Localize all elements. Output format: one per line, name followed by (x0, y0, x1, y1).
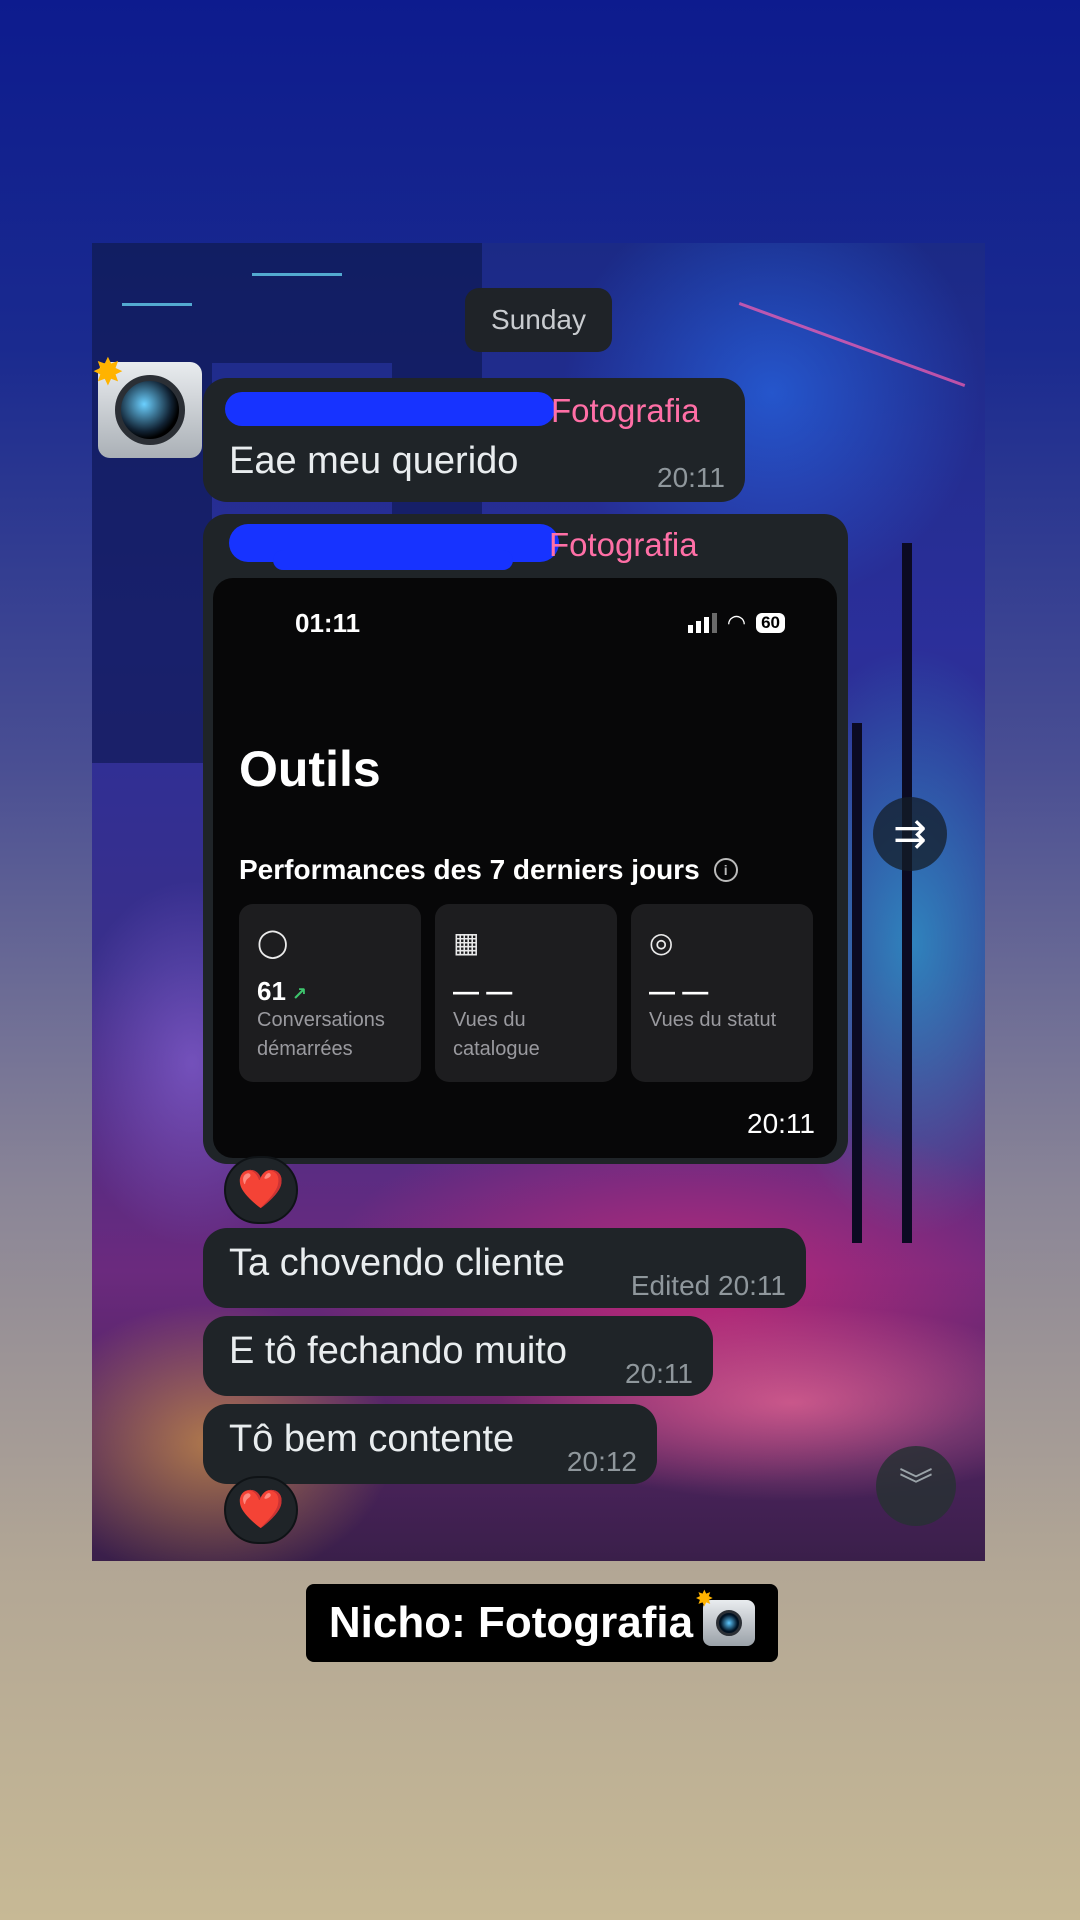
camera-icon (115, 375, 185, 445)
redacted-name (273, 550, 513, 570)
message-bubble[interactable]: Tô bem contente 20:12 (203, 1404, 657, 1484)
redacted-name (225, 392, 555, 426)
stat-label: Vues du catalogue (453, 1009, 540, 1060)
status-clock: 01:11 (295, 608, 361, 638)
message-time: 20:12 (566, 1446, 637, 1477)
message-text: Tô bem contente (229, 1418, 515, 1460)
message-text: Ta chovendo cliente (229, 1242, 565, 1284)
message-time: 20:11 (747, 1108, 815, 1139)
flash-icon: ✸ (92, 352, 124, 394)
battery-indicator: 60 (756, 613, 785, 633)
message-text: E tô fechando muito (229, 1330, 567, 1372)
message-time: 20:11 (657, 462, 725, 493)
stat-label: Conversations démarrées (257, 1009, 385, 1060)
message-time: 20:11 (625, 1358, 693, 1389)
grid-icon: ▦ (453, 927, 480, 958)
message-text: Eae meu querido (229, 440, 519, 482)
day-separator: Sunday (465, 288, 612, 352)
section-title: Performances des 7 derniers jours (239, 854, 700, 885)
chat-bubble-icon: ◯ (257, 927, 289, 958)
stat-card: ◯ 61 ↗ Conversations démarrées (239, 904, 421, 1082)
status-ring-icon: ◎ (649, 927, 674, 958)
stat-card: ◎ — — Vues du statut (631, 904, 813, 1082)
status-icons: ◠ 60 (687, 610, 785, 636)
sender-name: Fotografia (551, 392, 700, 429)
trend-up-icon: ↗ (291, 984, 308, 1004)
stat-label: Vues du statut (649, 1009, 777, 1031)
message-time: Edited 20:11 (630, 1270, 786, 1301)
message-bubble[interactable]: E tô fechando muito 20:11 (203, 1316, 713, 1396)
reaction-heart[interactable]: ❤️ (224, 1476, 298, 1544)
stat-value: 61 ↗ (257, 976, 308, 1006)
info-icon: i (713, 858, 738, 882)
camera-flash-icon: ✸ (695, 1586, 756, 1646)
caption-text: Nicho: Fotografia (328, 1598, 694, 1647)
embedded-screenshot[interactable]: 01:11 ◠ 60 Outils Performances des 7 der… (213, 578, 837, 1158)
stat-value: — — (453, 976, 513, 1006)
message-bubble[interactable]: Ta chovendo cliente Edited 20:11 (203, 1228, 806, 1308)
reaction-heart[interactable]: ❤️ (224, 1156, 298, 1224)
wifi-icon: ◠ (726, 610, 747, 635)
sender-avatar[interactable]: ✸ (92, 352, 202, 458)
forward-icon[interactable]: ⇉ (873, 797, 947, 871)
sender-name: Fotografia (549, 526, 698, 563)
stat-value: — — (649, 976, 709, 1006)
signal-icon (687, 613, 717, 633)
section-heading: Performances des 7 derniers jours i (239, 854, 738, 886)
page-title: Outils (239, 741, 381, 797)
story-caption: Nicho: Fotografia ✸ (306, 1584, 778, 1662)
message-bubble[interactable]: Fotografia Eae meu querido 20:11 (203, 378, 745, 502)
stat-card: ▦ — — Vues du catalogue (435, 904, 617, 1082)
scroll-down-icon[interactable]: ︾ (876, 1446, 956, 1526)
